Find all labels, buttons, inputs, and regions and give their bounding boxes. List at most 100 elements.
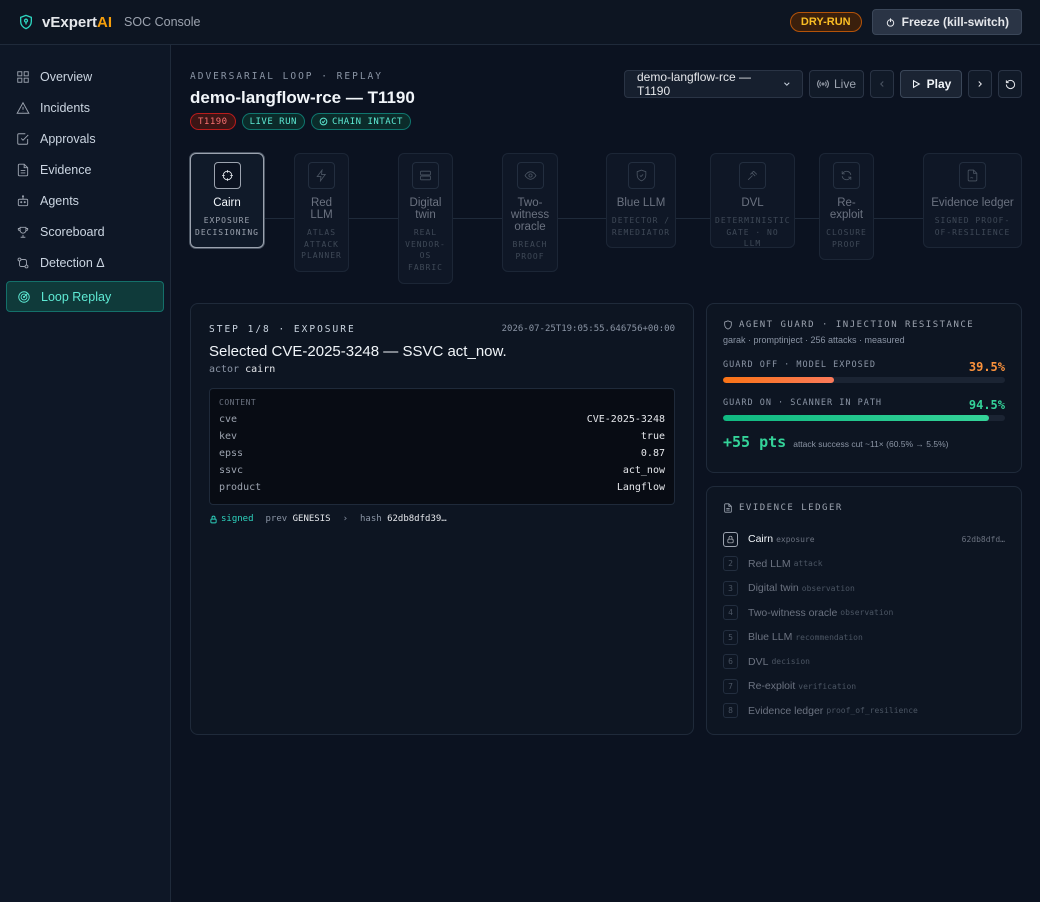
ledger-item[interactable]: 2 Red LLM attack xyxy=(723,552,1005,577)
stage-icon-box xyxy=(833,162,860,189)
content-row: kev true xyxy=(219,428,665,445)
stage-name: Cairn xyxy=(213,197,241,209)
refresh-icon xyxy=(841,170,852,181)
ledger-item[interactable]: 7 Re-exploit verification xyxy=(723,674,1005,699)
brand[interactable]: vExpertAI SOC Console xyxy=(18,14,200,31)
reset-button[interactable] xyxy=(998,70,1022,98)
content-key: cve xyxy=(219,414,238,425)
live-run-badge: LIVE RUN xyxy=(241,113,305,130)
stage-icon-box xyxy=(213,162,241,189)
guard-subtitle: garak · promptinject · 256 attacks · mea… xyxy=(723,335,905,345)
ledger-item-label: Digital twin xyxy=(748,582,799,595)
sidebar-item-scoreboard[interactable]: Scoreboard xyxy=(6,216,164,247)
pipeline-stage-re-exploit[interactable]: Re-exploit CLOSURE PROOF xyxy=(819,153,874,260)
content-key: ssvc xyxy=(219,465,244,476)
loop-pipeline: Cairn EXPOSURE DECISIONING Red LLM ATLAS AT… xyxy=(190,153,1022,288)
prev-hash: prev GENESIS xyxy=(265,514,331,524)
ledger-item-number: 3 xyxy=(723,580,738,596)
freeze-kill-switch-button[interactable]: Freeze (kill-switch) xyxy=(871,9,1022,35)
power-icon xyxy=(886,17,894,27)
grid-icon xyxy=(17,70,29,83)
live-button[interactable]: Live xyxy=(809,70,864,98)
pipeline-stage-digital-twin[interactable]: Digital twin REAL VENDOR-OS FABRIC xyxy=(398,153,453,284)
stage-subtitle: CLOSURE PROOF xyxy=(826,228,867,249)
pipeline-stage-evidence-ledger[interactable]: Evidence ledger SIGNED PROOF-OF-RESILIENC… xyxy=(923,153,1022,248)
sidebar-item-approvals[interactable]: Approvals xyxy=(6,123,164,154)
sidebar-item-incidents[interactable]: Incidents xyxy=(6,92,164,123)
pipeline-stage-two-witness-oracle[interactable]: Two-witness oracle BREACH PROOF xyxy=(502,153,558,272)
ledger-item[interactable]: Cairn exposure 62db8dfd… xyxy=(723,527,1005,552)
step-actor: actor cairn xyxy=(209,364,276,375)
pipeline-connector xyxy=(349,218,398,219)
ledger-title: EVIDENCE LEDGER xyxy=(723,503,1005,513)
ledger-item[interactable]: 3 Digital twin observation xyxy=(723,576,1005,601)
scenario-select[interactable]: demo-langflow-rce — T1190 xyxy=(624,70,803,98)
ledger-item-kind: observation xyxy=(840,608,894,618)
rotate-ccw-icon xyxy=(1005,79,1015,89)
guard-off-row: GUARD OFF · MODEL EXPOSED 39.5% xyxy=(723,360,1005,374)
signature-line: signed prev GENESIS › hash 62db8dfd39… xyxy=(209,514,447,524)
ledger-item-status xyxy=(723,531,738,547)
next-step-button[interactable] xyxy=(968,70,992,98)
pipeline-connector xyxy=(874,218,923,219)
sidebar-item-overview[interactable]: Overview xyxy=(6,61,164,92)
pipeline-stage-blue-llm[interactable]: Blue LLM DETECTOR / REMEDIATOR xyxy=(606,153,676,248)
crosshair-icon xyxy=(221,170,233,181)
server-icon xyxy=(420,170,431,181)
sidebar-item-label: Agents xyxy=(40,193,79,208)
pipeline-stage-cairn[interactable]: Cairn EXPOSURE DECISIONING xyxy=(190,153,264,248)
content-label: CONTENT xyxy=(219,398,257,407)
sidebar-item-label: Overview xyxy=(40,69,93,84)
brand-subtitle: SOC Console xyxy=(124,15,201,29)
content-key: kev xyxy=(219,431,238,442)
sidebar-item-label: Approvals xyxy=(40,131,96,146)
ledger-item-number: 4 xyxy=(723,605,738,621)
ledger-item-kind: observation xyxy=(801,583,855,593)
separator-arrow: › xyxy=(342,514,348,524)
sidebar-item-label: Loop Replay xyxy=(41,289,112,304)
stage-icon-box xyxy=(308,162,335,189)
ledger-item[interactable]: 4 Two-witness oracle observation xyxy=(723,601,1005,626)
stage-subtitle: ATLAS ATTACK PLANNER xyxy=(301,228,342,260)
radar-icon xyxy=(18,290,30,303)
stage-subtitle: DETECTOR / REMEDIATOR xyxy=(611,216,671,237)
sidebar-item-agents[interactable]: Agents xyxy=(6,185,164,216)
content-value: CVE-2025-3248 xyxy=(586,414,665,425)
ledger-item-number: 6 xyxy=(723,654,738,670)
lock-icon xyxy=(727,535,734,543)
stage-name: Two-witness oracle xyxy=(510,197,550,233)
radio-broadcast-icon xyxy=(817,79,829,89)
stage-icon-box xyxy=(412,162,439,189)
trophy-icon xyxy=(17,226,29,238)
ledger-item[interactable]: 5 Blue LLM recommendation xyxy=(723,625,1005,650)
evidence-ledger-card: EVIDENCE LEDGER Cairn exposure 62db8dfd… 2 R… xyxy=(706,486,1022,735)
pipeline-stage-dvl[interactable]: DVL DETERMINISTIC GATE · NO LLM xyxy=(710,153,795,248)
stage-subtitle: DETERMINISTIC GATE · NO LLM xyxy=(715,216,791,248)
shield-logo-icon xyxy=(20,14,32,30)
pipeline-connector xyxy=(453,218,502,219)
sidebar-item-evidence[interactable]: Evidence xyxy=(6,154,164,185)
sidebar-item-label: Incidents xyxy=(40,100,91,115)
stage-icon-box xyxy=(959,162,986,189)
file-signature-icon xyxy=(967,169,978,182)
sidebar-item-loop-replay[interactable]: Loop Replay xyxy=(6,281,164,312)
pipeline-connector xyxy=(795,218,819,219)
content-value: act_now xyxy=(622,465,665,476)
ledger-item-label: Re-exploit xyxy=(748,680,796,693)
play-button[interactable]: Play xyxy=(900,70,962,98)
ledger-item[interactable]: 6 DVL decision xyxy=(723,650,1005,675)
guard-improvement: +55 pts attack success cut ~11× (60.5% →… xyxy=(723,433,1005,451)
pipeline-connector xyxy=(558,218,606,219)
ledger-item-label: Evidence ledger xyxy=(748,704,824,717)
ledger-item-kind: decision xyxy=(771,657,810,667)
pipeline-stage-red-llm[interactable]: Red LLM ATLAS ATTACK PLANNER xyxy=(294,153,349,272)
stage-subtitle: REAL VENDOR-OS FABRIC xyxy=(405,228,446,272)
guard-on-bar xyxy=(723,415,1005,421)
sidebar-item-label: Scoreboard xyxy=(40,224,105,239)
stage-name: Blue LLM xyxy=(616,197,666,209)
sidebar-item-detection[interactable]: Detection Δ xyxy=(6,247,164,278)
file-text-icon xyxy=(17,163,29,176)
guard-off-bar xyxy=(723,377,1005,383)
ledger-item[interactable]: 8 Evidence ledger proof_of_resilience xyxy=(723,699,1005,724)
previous-step-button[interactable] xyxy=(870,70,894,98)
